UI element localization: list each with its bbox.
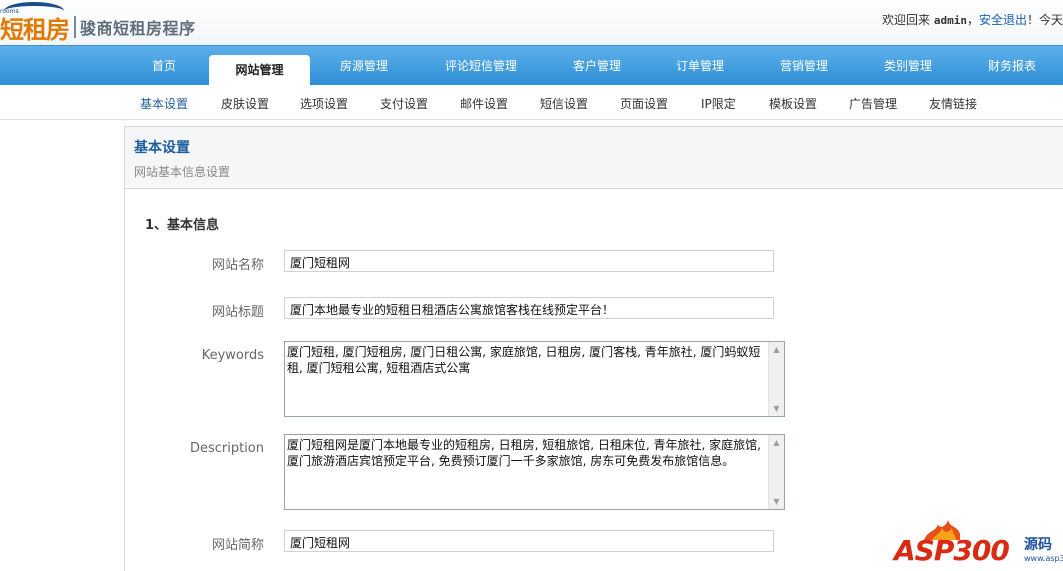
subnav-sms-settings[interactable]: 短信设置 (540, 95, 588, 112)
scroll-down-icon[interactable]: ▼ (769, 494, 784, 509)
nav-item-order-management[interactable]: 订单管理 (656, 46, 744, 86)
subnav-payment-settings[interactable]: 支付设置 (380, 95, 428, 112)
subnav-ip-restriction[interactable]: IP限定 (701, 95, 736, 112)
site-short-name-label: 网站简称 (211, 538, 264, 553)
description-textarea[interactable]: 厦门短租网是厦门本地最专业的短租房, 日租房, 短租旅馆, 日租床位, 青年旅社… (284, 434, 785, 510)
logout-link[interactable]: 安全退出 (979, 13, 1027, 27)
watermark-sub: 源码 (1024, 537, 1052, 553)
keywords-text: 厦门短租, 厦门短租房, 厦门日租公寓, 家庭旅馆, 日租房, 厦门客栈, 青年… (287, 345, 761, 375)
page-subtitle: 网站基本信息设置 (134, 165, 231, 179)
scroll-up-icon[interactable]: ▲ (769, 342, 784, 357)
nav-item-listing-management[interactable]: 房源管理 (320, 46, 408, 86)
subnav-email-settings[interactable]: 邮件设置 (460, 95, 508, 112)
description-scrollbar[interactable]: ▲ ▼ (768, 435, 784, 509)
logo-mark: rooms 短租房 (0, 2, 74, 44)
site-title-label: 网站标题 (211, 305, 264, 320)
product-name: 骏商短租房程序 (80, 19, 196, 38)
watermark-url: www.asp300.com (1024, 554, 1063, 563)
subnav-page-settings[interactable]: 页面设置 (620, 95, 668, 112)
username: admin (933, 14, 967, 27)
watermark-main: ASP300 (894, 534, 1010, 567)
welcome-text: 欢迎回来 (881, 13, 930, 27)
description-label: Description (189, 441, 264, 456)
user-bar: 欢迎回来 admin，安全退出！今天 (882, 11, 1063, 28)
scroll-up-icon[interactable]: ▲ (769, 435, 784, 450)
sub-nav: 基本设置 皮肤设置 选项设置 支付设置 邮件设置 短信设置 页面设置 IP限定 … (0, 85, 1063, 120)
site-name-input[interactable]: 厦门短租网 (284, 250, 774, 272)
subnav-friend-links[interactable]: 友情链接 (929, 95, 977, 112)
subnav-option-settings[interactable]: 选项设置 (300, 95, 348, 112)
keywords-textarea[interactable]: 厦门短租, 厦门短租房, 厦门日租公寓, 家庭旅馆, 日租房, 厦门客栈, 青年… (284, 341, 785, 417)
description-text: 厦门短租网是厦门本地最专业的短租房, 日租房, 短租旅馆, 日租床位, 青年旅社… (287, 438, 761, 468)
top-header: rooms 短租房 骏商短租房程序 欢迎回来 admin，安全退出！今天 (0, 0, 1063, 45)
nav-item-marketing-management[interactable]: 营销管理 (760, 46, 848, 86)
site-name-label: 网站名称 (211, 258, 264, 273)
nav-item-site-management[interactable]: 网站管理 (209, 55, 310, 86)
user-trailing-text: ！今天 (1026, 13, 1063, 27)
subnav-basic-settings[interactable]: 基本设置 (140, 95, 188, 112)
nav-item-customer-management[interactable]: 客户管理 (553, 46, 641, 86)
section-title: 1、基本信息 (145, 218, 220, 233)
logo-big-text: 短租房 (0, 15, 70, 44)
nav-item-category-management[interactable]: 类别管理 (864, 46, 952, 86)
scroll-down-icon[interactable]: ▼ (769, 401, 784, 416)
logo[interactable]: rooms 短租房 骏商短租房程序 (0, 2, 196, 44)
site-title-input[interactable]: 厦门本地最专业的短租日租酒店公寓旅馆客栈在线预定平台！ (284, 297, 774, 319)
subnav-ad-management[interactable]: 广告管理 (849, 95, 897, 112)
nav-item-review-sms-management[interactable]: 评论短信管理 (432, 46, 530, 86)
site-short-name-input[interactable]: 厦门短租网 (284, 530, 774, 552)
main-nav: 首页 网站管理 房源管理 评论短信管理 客户管理 订单管理 营销管理 类别管理 … (0, 45, 1063, 86)
watermark-logo: ASP300 源码 www.asp300.com (892, 518, 1063, 571)
keywords-label: Keywords (201, 348, 264, 363)
nav-item-home[interactable]: 首页 (128, 46, 200, 86)
subnav-template-settings[interactable]: 模板设置 (769, 95, 817, 112)
nav-item-financial-reports[interactable]: 财务报表 (968, 46, 1056, 86)
logo-divider (74, 16, 76, 38)
page-header: 基本设置 网站基本信息设置 (125, 126, 1063, 189)
keywords-scrollbar[interactable]: ▲ ▼ (768, 342, 784, 416)
page-title: 基本设置 (134, 140, 190, 156)
user-separator: ， (966, 13, 979, 27)
subnav-skin-settings[interactable]: 皮肤设置 (221, 95, 269, 112)
